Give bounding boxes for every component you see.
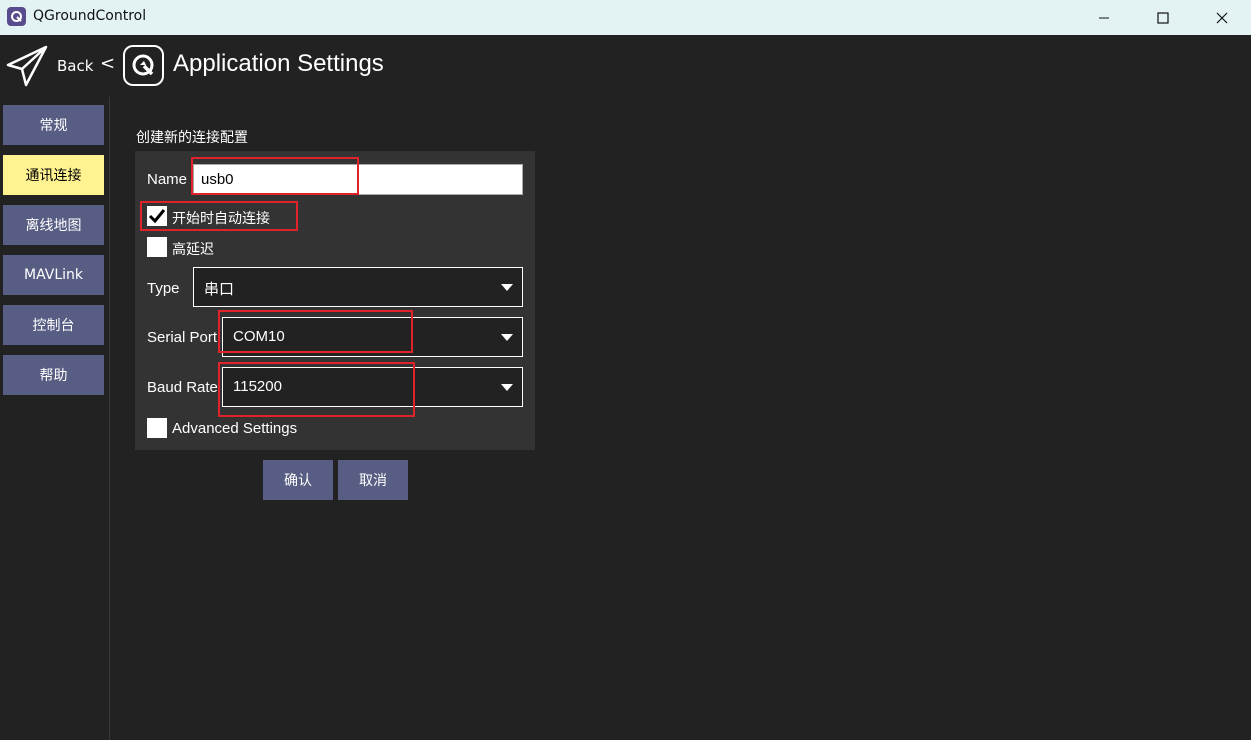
sidebar-item-offline-maps[interactable]: 离线地图 [3,205,104,245]
advanced-settings-checkbox[interactable] [147,418,167,438]
maximize-button[interactable] [1133,0,1193,35]
section-title: 创建新的连接配置 [136,130,248,146]
advanced-settings-label: Advanced Settings [172,420,298,437]
baud-rate-label: Baud Rate [147,379,218,396]
page-title: Application Settings [173,50,384,77]
close-icon [1216,12,1228,23]
qgc-logo-icon [123,45,164,86]
serial-port-label: Serial Port [147,329,218,346]
minimize-button[interactable] [1074,0,1134,35]
sidebar-item-comm-links[interactable]: 通讯连接 [3,155,104,195]
back-button[interactable]: Back [57,57,93,75]
name-label: Name [147,171,188,188]
back-chevron-icon[interactable]: < [100,53,115,74]
dropdown-arrow-icon [501,384,513,391]
type-dropdown[interactable]: 串口 [193,267,523,307]
window-title: QGroundControl [33,8,147,24]
sidebar-item-console[interactable]: 控制台 [3,305,104,345]
sidebar-item-general[interactable]: 常规 [3,105,104,145]
sidebar-item-mavlink[interactable]: MAVLink [3,255,104,295]
close-button[interactable] [1192,0,1251,35]
high-latency-label: 高延迟 [172,241,214,257]
type-value: 串口 [204,281,235,298]
qgc-app-icon [7,7,26,26]
highlight-baud-rate [218,362,415,417]
minimize-icon [1099,17,1109,18]
confirm-button[interactable]: 确认 [263,460,333,500]
dropdown-arrow-icon [501,284,513,291]
high-latency-checkbox[interactable] [147,237,167,257]
sidebar-item-help[interactable]: 帮助 [3,355,104,395]
dropdown-arrow-icon [501,334,513,341]
highlight-name [191,157,359,195]
window-titlebar: QGroundControl [0,0,1251,35]
maximize-icon [1157,11,1169,24]
highlight-auto-connect [140,201,298,231]
paper-plane-icon[interactable] [6,45,48,87]
type-label: Type [147,280,180,297]
cancel-button[interactable]: 取消 [338,460,408,500]
highlight-serial-port [218,310,413,353]
settings-header: Back < Application Settings [0,35,1251,97]
